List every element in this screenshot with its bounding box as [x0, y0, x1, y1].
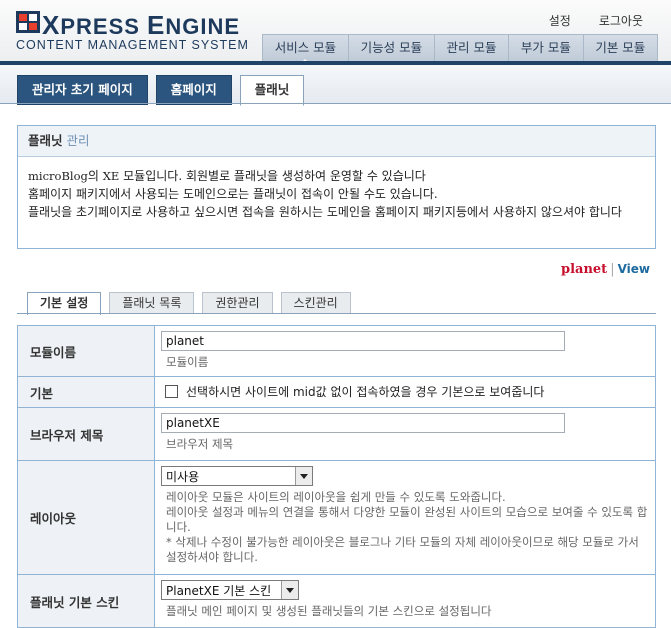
cell-layout: 미사용 레이아웃 모듈은 사이트의 레이아웃을 쉽게 만들 수 있도록 도와줍니…: [155, 461, 655, 574]
sub-tab-divider: [17, 313, 656, 314]
menu-label: 기본 모듈: [595, 40, 646, 55]
panel-title: 플래닛 관리: [18, 126, 655, 157]
row-default-skin: 플래닛 기본 스킨 PlanetXE 기본 스킨 플래닛 메인 페이지 및 생성…: [17, 575, 656, 628]
subtab-planet-list[interactable]: 플래닛 목록: [109, 292, 195, 313]
planet-brand-name: planet: [561, 262, 608, 277]
panel-line-1b: 의: [87, 169, 103, 183]
admin-header: XPRESS ENGINE CONTENT MANAGEMENT SYSTEM …: [0, 0, 671, 64]
menu-label: 기능성 모듈: [360, 40, 423, 55]
brand-separator: |: [610, 262, 615, 277]
label-module-name: 모듈이름: [18, 326, 155, 376]
label-layout: 레이아웃: [18, 461, 155, 574]
browser-title-input[interactable]: [161, 413, 565, 433]
xe-logo[interactable]: XPRESS ENGINE CONTENT MANAGEMENT SYSTEM: [16, 10, 249, 54]
panel-title-sub: 관리: [66, 133, 90, 148]
menu-label: 부가 모듈: [520, 40, 571, 55]
default-check-label: 선택하시면 사이트에 mid값 없이 접속하였을 경우 기본으로 보여줍니다: [186, 384, 545, 399]
chevron-down-icon: [281, 581, 298, 599]
sub-tabs: 기본 설정 플래닛 목록 권한관리 스킨관리: [27, 292, 351, 315]
tab-admin-home[interactable]: 관리자 초기 페이지: [17, 75, 148, 105]
menu-admin-modules[interactable]: 관리 모듈: [433, 35, 508, 61]
default-checkbox[interactable]: [165, 384, 178, 398]
cell-browser-title: 브라우저 제목: [155, 408, 655, 460]
subtab-skins[interactable]: 스킨관리: [280, 292, 351, 313]
logout-link[interactable]: 로그아웃: [599, 12, 643, 29]
panel-line-1a: microBlog: [28, 169, 88, 183]
layout-select-value: 미사용: [166, 469, 200, 484]
settings-link[interactable]: 설정: [549, 12, 571, 29]
layout-desc-2: 레이아웃 설정과 메뉴의 연결을 통해서 다양한 모듈이 완성된 사이트의 모습…: [166, 505, 648, 534]
menu-label: 관리 모듈: [446, 40, 497, 55]
panel-line-3: 플래닛을 초기페이지로 사용하고 싶으시면 접속을 원하시는 도메인을 홈페이지…: [28, 205, 622, 219]
row-browser-title: 브라우저 제목 브라우저 제목: [17, 408, 656, 461]
row-module-name: 모듈이름 모듈이름: [17, 326, 656, 377]
skin-select-value: PlanetXE 기본 스킨: [166, 583, 272, 598]
planet-brand: planet | View: [561, 262, 650, 277]
page-tabs: 관리자 초기 페이지 홈페이지 플래닛: [17, 75, 305, 106]
panel-body: microBlog의 XE 모듈입니다. 회원별로 플래닛을 생성하여 운영할 …: [18, 157, 655, 221]
browser-title-desc: 브라우저 제목: [166, 437, 234, 451]
planet-info-panel: 플래닛 관리 microBlog의 XE 모듈입니다. 회원별로 플래닛을 생성하…: [17, 125, 656, 249]
logo-title-press: PRESS: [60, 14, 148, 39]
label-default-skin: 플래닛 기본 스킨: [18, 575, 155, 627]
module-name-desc: 모듈이름: [166, 355, 209, 369]
panel-line-1: microBlog의 XE 모듈입니다. 회원별로 플래닛을 생성하여 운영할 …: [28, 167, 645, 185]
menu-function-modules[interactable]: 기능성 모듈: [347, 35, 434, 61]
tab-homepage[interactable]: 홈페이지: [155, 75, 232, 105]
row-default: 기본 선택하시면 사이트에 mid값 없이 접속하였을 경우 기본으로 보여줍니…: [17, 377, 656, 408]
top-links: 설정 로그아웃: [549, 12, 643, 29]
menu-service-modules[interactable]: 서비스 모듈: [263, 35, 348, 63]
planet-view-link[interactable]: View: [618, 262, 650, 276]
row-layout: 레이아웃 미사용 레이아웃 모듈은 사이트의 레이아웃을 쉽게 만들 수 있도록…: [17, 461, 656, 575]
xe-logo-icon: [16, 11, 40, 33]
skin-select[interactable]: PlanetXE 기본 스킨: [161, 580, 299, 600]
cell-module-name: 모듈이름: [155, 326, 655, 376]
subtab-permissions[interactable]: 권한관리: [202, 292, 273, 313]
tab-planet[interactable]: 플래닛: [239, 75, 305, 106]
logo-title-ngine: NGINE: [165, 14, 241, 39]
logo-title: XPRESS ENGINE: [42, 10, 240, 41]
layout-select[interactable]: 미사용: [161, 466, 313, 486]
label-default: 기본: [18, 377, 155, 407]
cell-default: 선택하시면 사이트에 mid값 없이 접속하였을 경우 기본으로 보여줍니다: [155, 377, 655, 407]
panel-line-1d: 모듈입니다. 회원별로 플래닛을 생성하여 운영할 수 있습니다: [119, 169, 426, 183]
panel-line-1c: XE: [102, 169, 120, 183]
module-name-input[interactable]: [161, 331, 565, 351]
layout-desc-1: 레이아웃 모듈은 사이트의 레이아웃을 쉽게 만들 수 있도록 도와줍니다.: [166, 490, 506, 504]
page-tab-divider: [0, 103, 671, 104]
menu-label: 서비스 모듈: [274, 40, 337, 55]
subtab-basic-settings[interactable]: 기본 설정: [27, 292, 102, 315]
logo-title-x: X: [42, 10, 61, 40]
menu-addon-modules[interactable]: 부가 모듈: [508, 35, 582, 61]
panel-title-main: 플래닛: [28, 133, 63, 148]
logo-title-e: E: [147, 10, 166, 40]
cell-default-skin: PlanetXE 기본 스킨 플래닛 메인 페이지 및 생성된 플래닛들의 기본…: [155, 575, 655, 627]
panel-line-2: 홈페이지 패키지에서 사용되는 도메인으로는 플래닛이 접속이 안될 수도 있습…: [28, 187, 438, 201]
menu-basic-modules[interactable]: 기본 모듈: [582, 35, 657, 61]
settings-form: 모듈이름 모듈이름 기본 선택하시면 사이트에 mid값 없이 접속하였을 경우…: [17, 325, 656, 628]
main-menu: 서비스 모듈 기능성 모듈 관리 모듈 부가 모듈 기본 모듈: [262, 34, 658, 63]
chevron-down-icon: [295, 467, 312, 485]
layout-desc-3: * 삭제나 수정이 불가능한 레이아웃은 블로그나 기타 모듈의 자체 레이아웃…: [166, 535, 639, 564]
default-check-line: 선택하시면 사이트에 mid값 없이 접속하였을 경우 기본으로 보여줍니다: [161, 380, 649, 402]
label-browser-title: 브라우저 제목: [18, 408, 155, 460]
logo-subtitle: CONTENT MANAGEMENT SYSTEM: [16, 38, 249, 52]
